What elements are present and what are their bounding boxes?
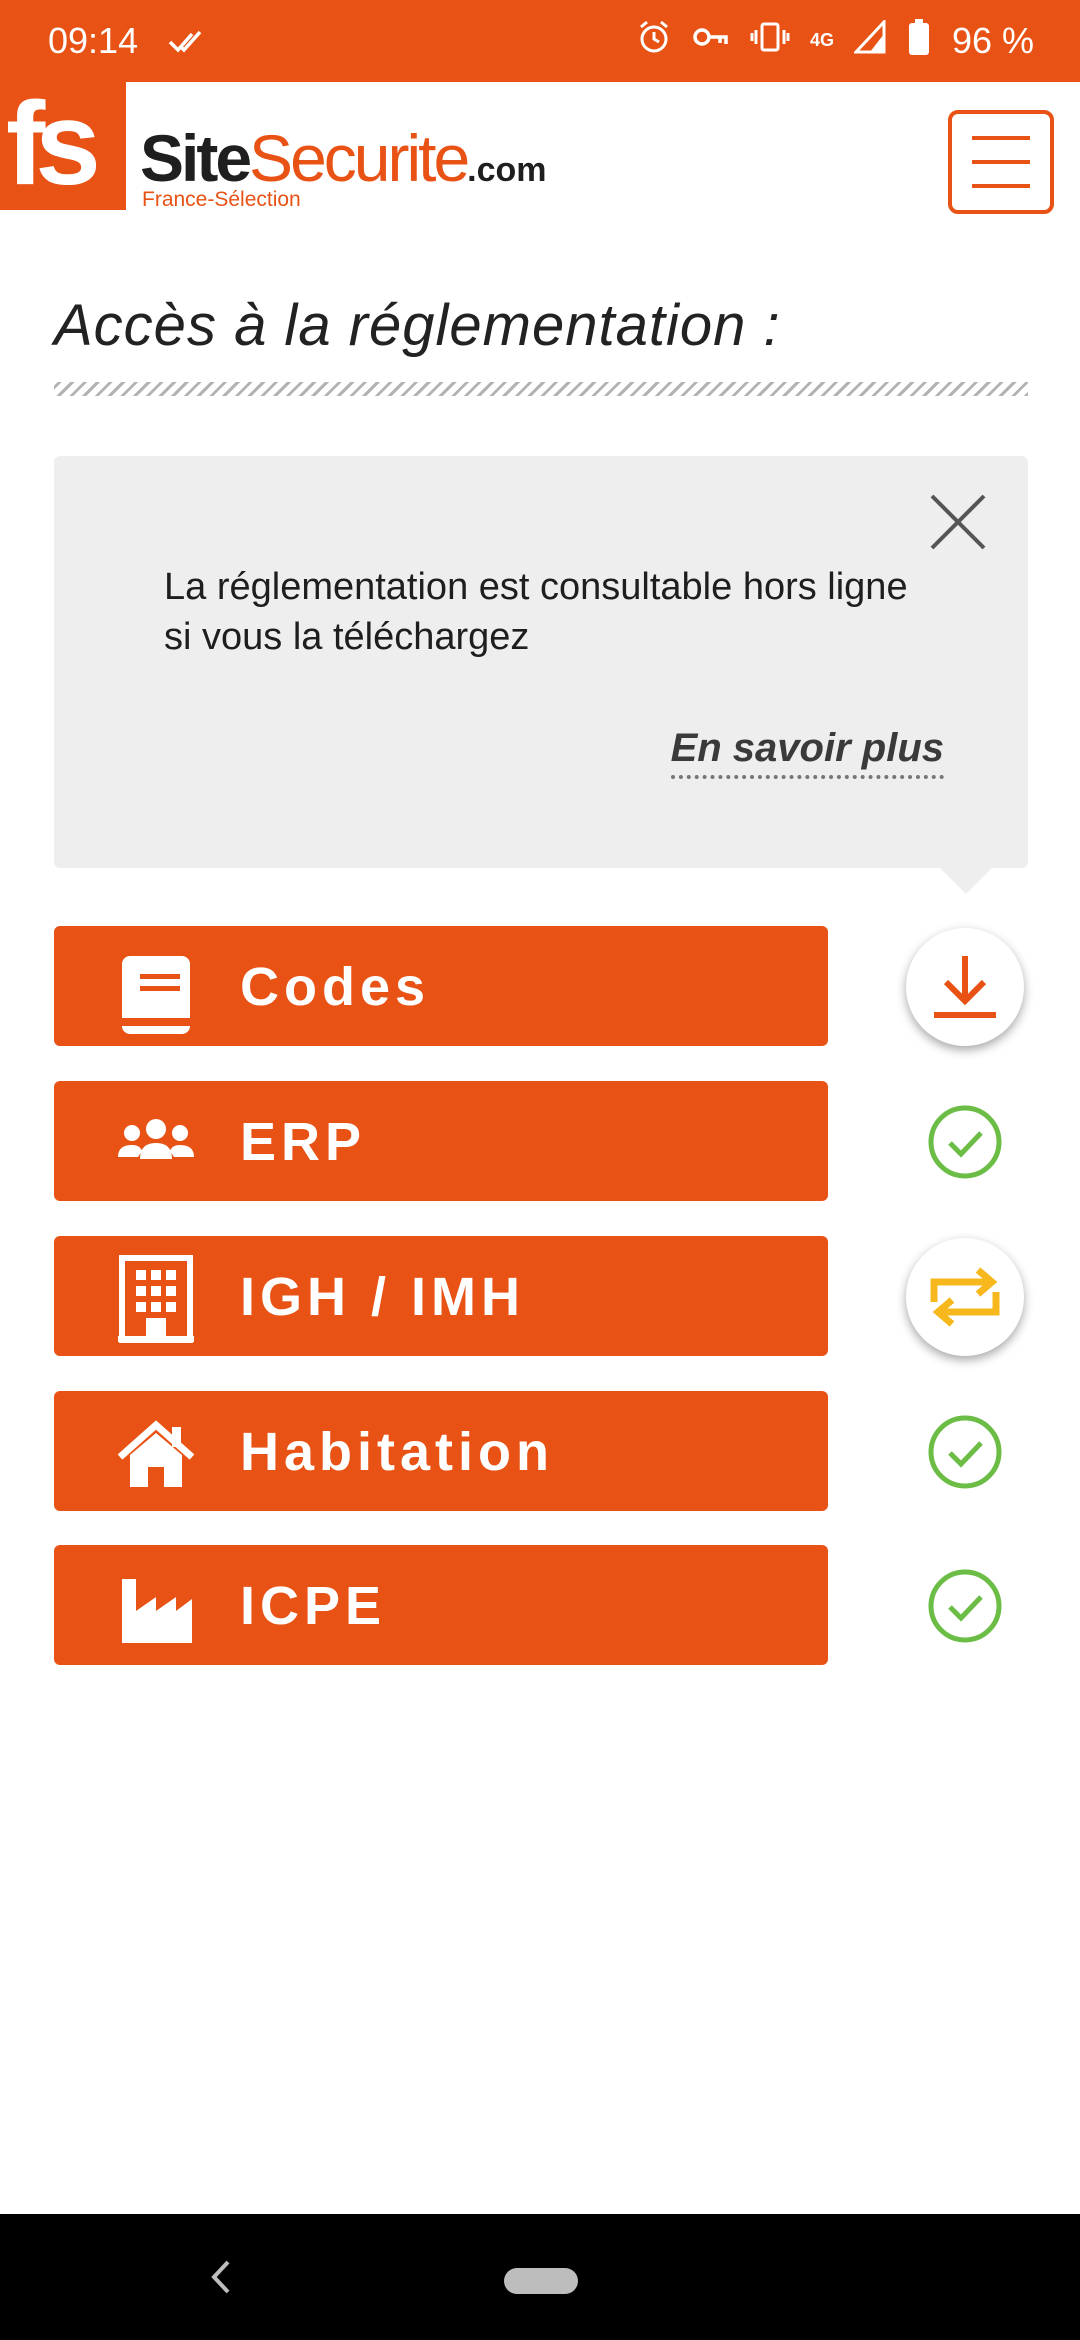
info-box-pointer: [940, 868, 992, 894]
check-circle-icon: [928, 1415, 1002, 1489]
title-divider: [54, 382, 1028, 396]
logo-letters: fs: [6, 78, 101, 210]
logo-mark[interactable]: fs: [0, 78, 126, 210]
downloaded-status: [906, 1393, 1024, 1511]
hamburger-menu-button[interactable]: [948, 110, 1054, 214]
back-icon[interactable]: [206, 2254, 236, 2305]
page-title: Accès à la réglementation :: [54, 293, 781, 358]
house-icon: [117, 1417, 195, 1493]
brand-name[interactable]: SiteSecurite.com: [140, 120, 547, 196]
download-button[interactable]: [906, 928, 1024, 1046]
status-icons: 4G: [636, 18, 930, 61]
close-icon[interactable]: [926, 490, 990, 554]
category-label: Codes: [240, 957, 431, 1017]
menu-line: [972, 136, 1030, 140]
users-icon: [118, 1107, 194, 1183]
category-label: ERP: [240, 1112, 367, 1172]
menu-line: [972, 160, 1030, 164]
sync-icon: [930, 1267, 1000, 1327]
app-header: fs SiteSecurite.com France-Sélection: [0, 78, 1080, 232]
info-message: La réglementation est consultable hors l…: [164, 566, 908, 658]
alarm-icon: [636, 19, 672, 60]
category-codes-button[interactable]: Codes: [54, 926, 828, 1046]
downloaded-status: [906, 1083, 1024, 1201]
download-icon: [934, 956, 996, 1018]
signal-icon: [852, 18, 888, 59]
status-time: 09:14: [48, 20, 139, 61]
vibrate-icon: [750, 19, 790, 60]
system-nav-bar: [0, 2214, 1080, 2340]
category-label: ICPE: [240, 1576, 387, 1636]
menu-line: [972, 184, 1030, 188]
category-habitation-button[interactable]: Habitation: [54, 1391, 828, 1511]
brand-subtitle: France-Sélection: [142, 188, 301, 211]
check-circle-icon: [928, 1569, 1002, 1643]
sync-button[interactable]: [906, 1238, 1024, 1356]
downloaded-status: [906, 1547, 1024, 1665]
double-check-icon: [168, 22, 208, 63]
category-erp-button[interactable]: ERP: [54, 1081, 828, 1201]
factory-icon: [118, 1571, 194, 1647]
category-igh-imh-button[interactable]: IGH / IMH: [54, 1236, 828, 1356]
category-label: Habitation: [240, 1422, 554, 1482]
check-circle-icon: [928, 1105, 1002, 1179]
building-icon: [118, 1255, 194, 1343]
home-pill[interactable]: [504, 2268, 578, 2294]
category-icpe-button[interactable]: ICPE: [54, 1545, 828, 1665]
learn-more-link[interactable]: En savoir plus: [670, 726, 944, 779]
status-bar: 09:14 4G 96 %: [0, 0, 1080, 82]
battery-icon: [908, 18, 930, 61]
network-type: 4G: [809, 29, 834, 50]
book-icon: [118, 952, 194, 1034]
category-label: IGH / IMH: [240, 1267, 525, 1327]
vpn-key-icon: [692, 19, 730, 60]
battery-percent: 96 %: [951, 20, 1034, 61]
offline-info-box: La réglementation est consultable hors l…: [54, 456, 1028, 868]
